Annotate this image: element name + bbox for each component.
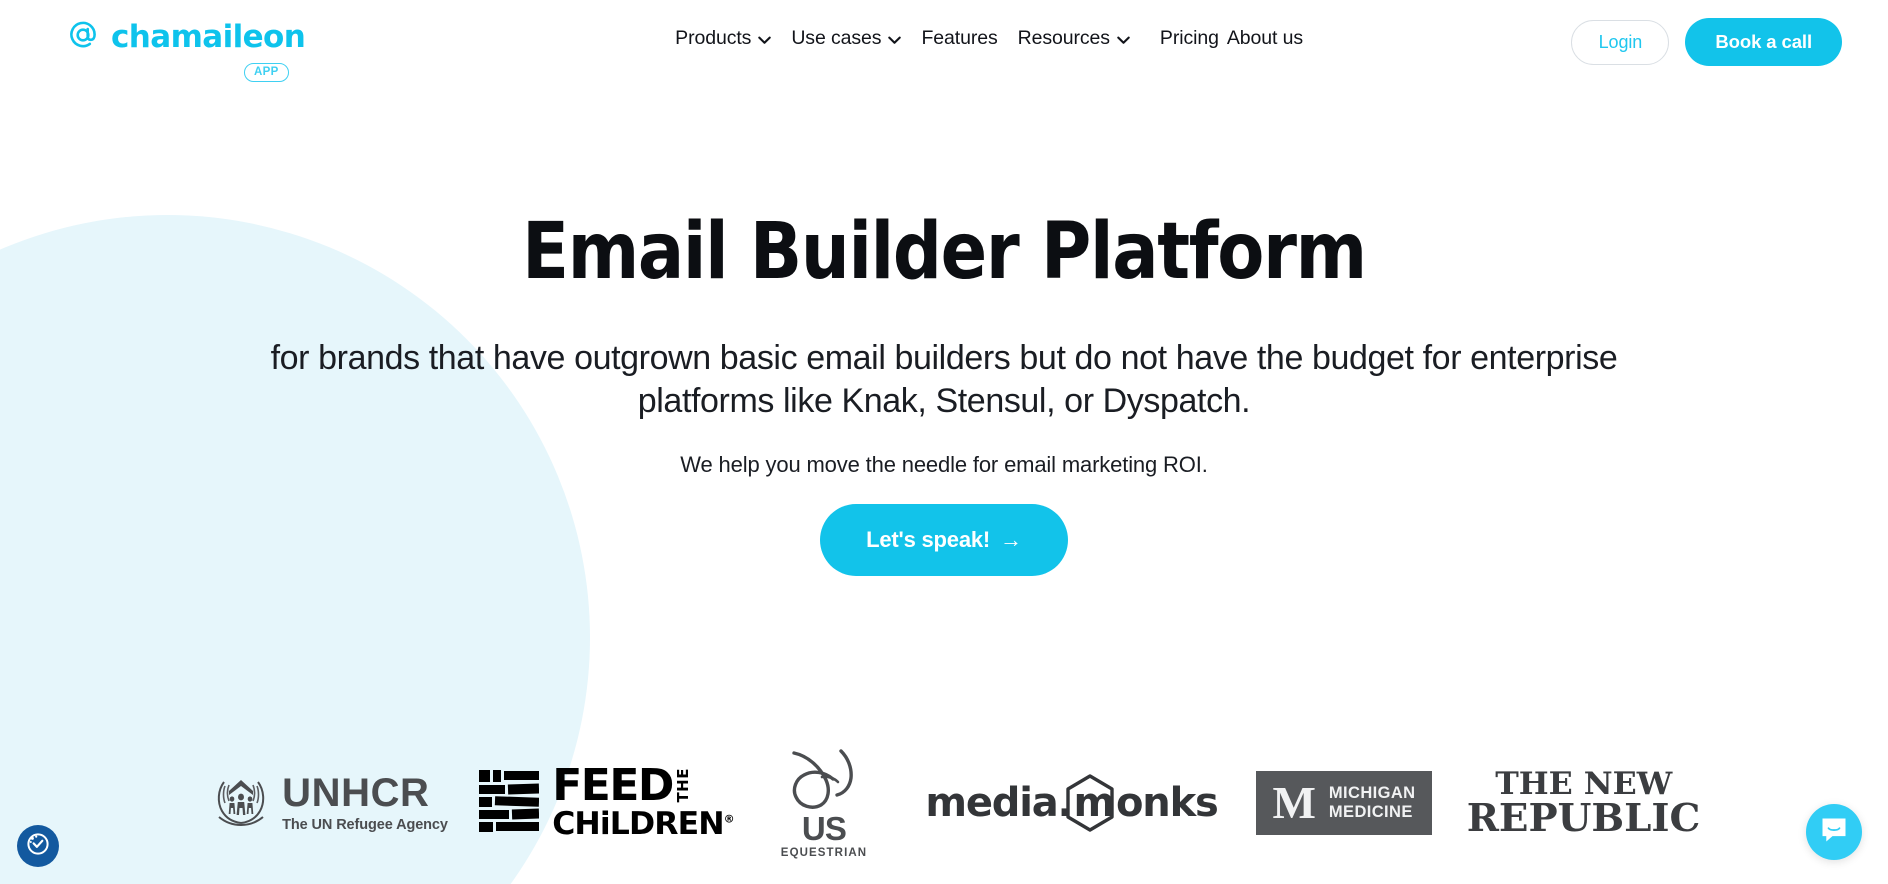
client-logo-the-new-republic: THE NEW REPUBLIC: [1459, 753, 1709, 853]
hero-cta-wrapper: Let's speak! →: [0, 504, 1888, 576]
nav-item-resources[interactable]: Resources: [1018, 28, 1130, 50]
page-title: Email Builder Platform: [522, 207, 1367, 297]
nav-item-use-cases[interactable]: Use cases: [791, 27, 902, 50]
main-navigation: Products Use cases Features Resources Pr…: [675, 28, 1303, 50]
client-logo-us-equestrian: US EQUESTRIAN: [734, 749, 914, 859]
client-logo-unhcr: UNHCR The UN Refugee Agency: [179, 753, 479, 853]
arrow-right-icon: →: [1000, 527, 1022, 552]
nav-label-use-cases: Use cases: [791, 27, 882, 49]
children-word-row: CHiLDREN®: [552, 805, 735, 842]
brand-wordmark: chamaileon: [111, 19, 306, 55]
tnr-line-2: REPUBLIC: [1467, 794, 1701, 840]
site-header: chamaileon APP Products Use cases Featur…: [0, 0, 1888, 92]
us-word: US: [801, 810, 847, 848]
michigan-line-2: MEDICINE: [1328, 802, 1413, 821]
media-monks-prefix: media.: [925, 780, 1072, 826]
feed-word: FEED: [552, 759, 674, 811]
client-logo-michigan-medicine: M MICHIGAN MEDICINE: [1229, 753, 1459, 853]
the-word: THE: [673, 767, 692, 803]
nav-label-features: Features: [921, 27, 998, 49]
nav-label-resources: Resources: [1017, 27, 1110, 49]
nav-label-pricing: Pricing: [1159, 27, 1219, 49]
client-logo-media-monks: media. m onks: [914, 753, 1229, 853]
chat-bubble-icon: [1819, 815, 1849, 850]
us-equestrian-horse-icon: [786, 747, 862, 814]
lets-speak-label: Let's speak!: [866, 527, 991, 552]
accessibility-widget-button[interactable]: [17, 825, 59, 867]
at-sign-icon: [66, 18, 100, 57]
michigan-block-m-icon: M: [1272, 777, 1315, 829]
hero-subtitle: for brands that have outgrown basic emai…: [270, 339, 1618, 420]
media-monks-suffix: onks: [1116, 780, 1219, 826]
nav-label-products: Products: [675, 27, 752, 49]
nav-item-features[interactable]: Features: [921, 27, 998, 49]
nav-item-about-us[interactable]: About us: [1226, 27, 1303, 49]
app-badge: APP: [244, 63, 289, 83]
chevron-down-icon: [1117, 30, 1130, 50]
unhcr-wordmark: UNHCR: [282, 771, 430, 815]
nav-label-about-us: About us: [1226, 27, 1303, 49]
book-a-call-button[interactable]: Book a call: [1685, 18, 1842, 66]
unhcr-tagline: The UN Refugee Agency: [282, 817, 448, 833]
chat-widget-button[interactable]: [1806, 804, 1862, 860]
chevron-down-icon: [888, 30, 902, 50]
client-logo-feed-the-children: FEED THE CHiLDREN®: [479, 753, 735, 853]
accessibility-icon: [25, 831, 51, 862]
lets-speak-button[interactable]: Let's speak! →: [820, 504, 1068, 576]
header-actions: Login Book a call: [1571, 18, 1842, 66]
registered-mark: ®: [723, 812, 735, 826]
michigan-line-1: MICHIGAN: [1328, 783, 1416, 802]
nav-item-products[interactable]: Products: [675, 27, 772, 50]
feed-the-children-brick-icon: [479, 769, 540, 837]
chevron-down-icon: [758, 30, 772, 50]
brand-logo-row: chamaileon: [66, 18, 306, 57]
media-monks-hexagon-icon: m: [1065, 774, 1116, 832]
client-logo-strip: UNHCR The UN Refugee Agency FEED THE CHi…: [0, 748, 1888, 859]
children-word: CHiLDREN: [552, 805, 724, 842]
unhcr-laurel-icon: [210, 772, 272, 835]
brand-logo[interactable]: chamaileon APP: [66, 18, 306, 83]
nav-item-pricing[interactable]: Pricing: [1159, 27, 1219, 49]
hero-tagline: We help you move the needle for email ma…: [680, 452, 1208, 477]
equestrian-word: EQUESTRIAN: [780, 846, 868, 859]
login-button[interactable]: Login: [1571, 19, 1670, 65]
media-monks-m: m: [1073, 780, 1116, 826]
